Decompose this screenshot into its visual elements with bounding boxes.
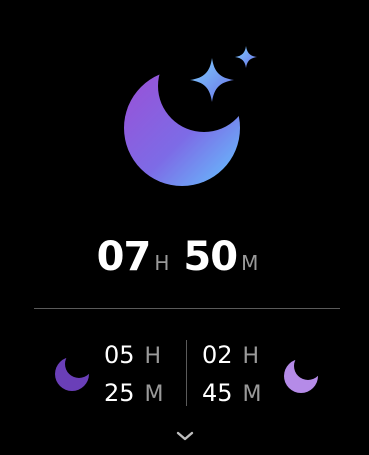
total-minutes-unit: M [241,251,259,275]
vertical-divider [186,340,187,406]
right-minutes-unit: M [242,382,262,407]
right-hours-unit: H [242,344,260,369]
total-hours-unit: H [154,251,170,275]
right-phase-hours: 02 H [202,340,259,372]
left-phase-minutes: 25 M [104,378,164,410]
total-sleep-duration: 07 H 50 M [0,234,369,280]
left-minutes-value: 25 [104,379,135,407]
crescent-moon-sparkles-icon [124,46,257,186]
total-minutes-value: 50 [183,234,238,280]
right-hours-value: 02 [202,341,233,369]
left-minutes-unit: M [144,382,164,407]
left-phase-hours: 05 H [104,340,161,372]
right-minutes-value: 45 [202,379,233,407]
total-hours-value: 07 [96,234,152,280]
chevron-down-icon[interactable] [175,430,195,442]
right-phase-minutes: 45 M [202,378,262,410]
sleep-summary-screen: 07 H 50 M 05 H 25 M 02 H 45 M [0,0,369,455]
horizontal-divider [34,308,340,309]
left-hours-unit: H [144,344,162,369]
moon-deep-purple-icon [55,357,89,391]
left-hours-value: 05 [104,341,135,369]
moon-light-purple-icon [284,359,318,393]
